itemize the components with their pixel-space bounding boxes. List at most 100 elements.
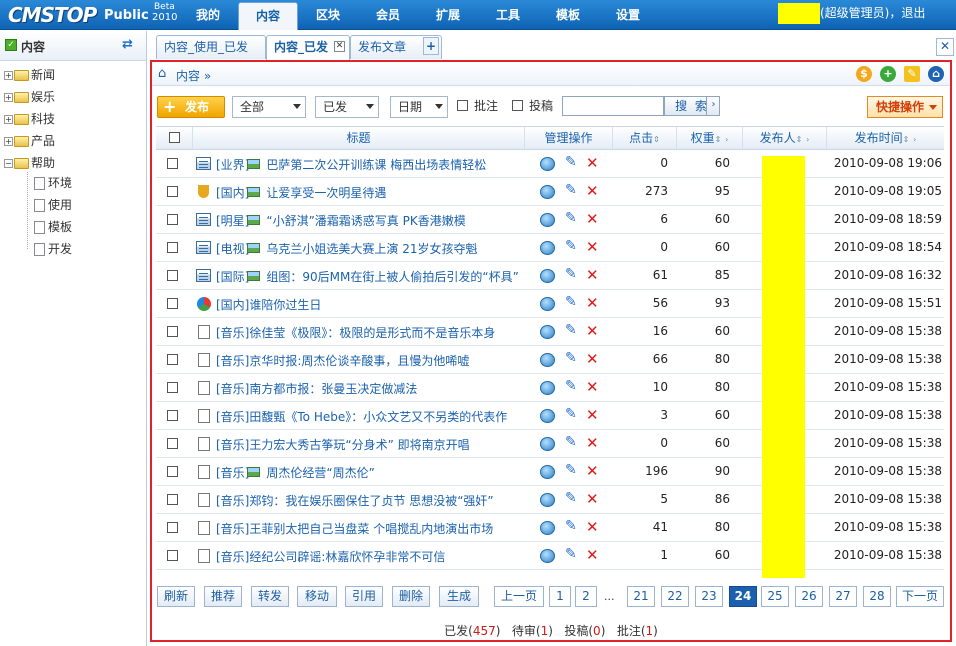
row-checkbox[interactable] (167, 550, 178, 561)
nav-content[interactable]: 内容 (238, 2, 298, 30)
row-title-link[interactable]: [音乐]王力宏大秀古筝玩“分身术” 即将南京开唱 (216, 436, 470, 453)
search-expand-icon[interactable]: › (706, 96, 720, 116)
preview-icon[interactable] (540, 157, 555, 171)
page-button[interactable]: 22 (661, 586, 689, 607)
publish-button[interactable]: + 发布 (157, 96, 225, 118)
pencil-icon[interactable]: ✎ (565, 210, 577, 226)
page-button[interactable]: 27 (829, 586, 857, 607)
nav-template[interactable]: 模板 (538, 0, 598, 30)
table-row[interactable]: [音乐]田馥甄《To Hebe》：小众文艺又不另类的代表作 ✎ ✕ 3 60 2010-0… (156, 402, 944, 430)
quote-button[interactable]: 引用 (345, 586, 383, 607)
expand-icon[interactable]: + (4, 137, 13, 146)
preview-icon[interactable] (540, 325, 555, 339)
tree-node-usage[interactable]: 使用 (34, 196, 72, 214)
add-icon[interactable]: + (880, 66, 896, 82)
preview-icon[interactable] (540, 409, 555, 423)
page-button[interactable]: 23 (695, 586, 723, 607)
table-row[interactable]: [音乐]王力宏大秀古筝玩“分身术” 即将南京开唱 ✎ ✕ 0 60 2010-09-08 … (156, 430, 944, 458)
nav-mine[interactable]: 我的 (178, 0, 238, 30)
header-weight[interactable]: 权重⇕ › (676, 127, 742, 149)
delete-icon[interactable]: ✕ (586, 322, 599, 340)
nav-extend[interactable]: 扩展 (418, 0, 478, 30)
table-row[interactable]: [音乐]南方都市报：张曼玉决定做减法 ✎ ✕ 10 80 2010-09-08 15:38 (156, 374, 944, 402)
preview-icon[interactable] (540, 549, 555, 563)
row-checkbox[interactable] (167, 326, 178, 337)
filter-all-select[interactable]: 全部 (232, 96, 306, 118)
recommend-button[interactable]: 推荐 (204, 586, 242, 607)
tree-node-environment[interactable]: 环境 (34, 174, 72, 192)
preview-icon[interactable] (540, 465, 555, 479)
delete-icon[interactable]: ✕ (586, 434, 599, 452)
page-button[interactable]: 21 (627, 586, 655, 607)
comment-checkbox[interactable] (457, 100, 468, 111)
filter-status-select[interactable]: 已发 (315, 96, 379, 118)
add-tab-button[interactable]: + (423, 37, 439, 55)
row-title-link[interactable]: [音乐]田馥甄《To Hebe》：小众文艺又不另类的代表作 (216, 408, 507, 425)
page-button[interactable]: 2 (575, 586, 597, 607)
row-checkbox[interactable] (167, 522, 178, 533)
row-title-link[interactable]: [音乐]王菲别太把自己当盘菜 个唱搅乱内地演出市场 (216, 520, 493, 537)
preview-icon[interactable] (540, 521, 555, 535)
row-checkbox[interactable] (167, 242, 178, 253)
row-checkbox[interactable] (167, 270, 178, 281)
forward-button[interactable]: 转发 (251, 586, 289, 607)
delete-icon[interactable]: ✕ (586, 462, 599, 480)
table-row[interactable]: [国内]谁陪你过生日 ✎ ✕ 56 93 2010-09-08 15:51 (156, 290, 944, 318)
preview-icon[interactable] (540, 241, 555, 255)
table-row[interactable]: [音乐]经纪公司辟谣:林嘉欣怀孕非常不可信 ✎ ✕ 1 60 2010-09-08 15:… (156, 542, 944, 570)
delete-icon[interactable]: ✕ (586, 518, 599, 536)
select-all-checkbox[interactable] (168, 132, 180, 143)
next-page-button[interactable]: 下一页 (896, 586, 944, 607)
preview-icon[interactable] (540, 353, 555, 367)
collapse-icon[interactable]: − (4, 159, 13, 168)
refresh-icon[interactable]: ⇄ (122, 37, 133, 52)
row-checkbox[interactable] (167, 158, 178, 169)
expand-icon[interactable]: + (4, 115, 13, 124)
table-row[interactable]: [国内] 让爱享受一次明星待遇 ✎ ✕ 273 95 2010-09-08 19:05 (156, 178, 944, 206)
edit-icon[interactable]: ✎ (904, 66, 920, 82)
generate-button[interactable]: 生成 (439, 586, 479, 607)
page-button[interactable]: 25 (761, 586, 789, 607)
pencil-icon[interactable]: ✎ (565, 490, 577, 506)
page-button[interactable]: 26 (795, 586, 823, 607)
table-row[interactable]: [音乐]京华时报:周杰伦谈辛酸事，且慢为他唏嘘 ✎ ✕ 66 80 2010-09-08 … (156, 346, 944, 374)
close-panel-button[interactable]: ✕ (936, 38, 954, 56)
nav-settings[interactable]: 设置 (598, 0, 658, 30)
home-circle-icon[interactable]: ⌂ (928, 66, 944, 82)
nav-member[interactable]: 会员 (358, 0, 418, 30)
page-button[interactable]: 1 (549, 586, 571, 607)
row-title-link[interactable]: [国际] 组图：90后MM在街上被人偷拍后引发的“杯具” (216, 268, 519, 285)
preview-icon[interactable] (540, 437, 555, 451)
tab-content-usage-published[interactable]: 内容_使用_已发 (156, 35, 266, 59)
row-title-link[interactable]: [音乐]郑钧：我在娱乐圈保住了贞节 思想没被“强奸” (216, 492, 494, 509)
preview-icon[interactable] (540, 381, 555, 395)
pencil-icon[interactable]: ✎ (565, 546, 577, 562)
home-icon[interactable]: ⌂ (158, 66, 166, 81)
pencil-icon[interactable]: ✎ (565, 294, 577, 310)
pencil-icon[interactable]: ✎ (565, 462, 577, 478)
header-clicks[interactable]: 点击⇕ (612, 127, 676, 149)
row-checkbox[interactable] (167, 438, 178, 449)
tab-content-published[interactable]: 内容_已发 ✕ (266, 35, 350, 60)
row-title-link[interactable]: [音乐]京华时报:周杰伦谈辛酸事，且慢为他唏嘘 (216, 352, 469, 369)
header-publisher[interactable]: 发布人⇕ › (742, 127, 826, 149)
delete-icon[interactable]: ✕ (586, 406, 599, 424)
pencil-icon[interactable]: ✎ (565, 350, 577, 366)
delete-icon[interactable]: ✕ (586, 210, 599, 228)
preview-icon[interactable] (540, 269, 555, 283)
delete-icon[interactable]: ✕ (586, 490, 599, 508)
tree-node-product[interactable]: + 产品 (4, 132, 55, 150)
refresh-button[interactable]: 刷新 (157, 586, 195, 607)
delete-icon[interactable]: ✕ (586, 182, 599, 200)
pencil-icon[interactable]: ✎ (565, 322, 577, 338)
row-title-link[interactable]: [音乐]经纪公司辟谣:林嘉欣怀孕非常不可信 (216, 548, 445, 565)
preview-icon[interactable] (540, 185, 555, 199)
table-row[interactable]: [明星] “小舒淇”潘霜霜诱惑写真 PK香港嫩模 ✎ ✕ 6 60 2010-09-08 1… (156, 206, 944, 234)
row-title-link[interactable]: [音乐]南方都市报：张曼玉决定做减法 (216, 380, 417, 397)
row-checkbox[interactable] (167, 410, 178, 421)
row-checkbox[interactable] (167, 354, 178, 365)
delete-icon[interactable]: ✕ (586, 546, 599, 564)
delete-icon[interactable]: ✕ (586, 350, 599, 368)
row-checkbox[interactable] (167, 298, 178, 309)
row-checkbox[interactable] (167, 382, 178, 393)
